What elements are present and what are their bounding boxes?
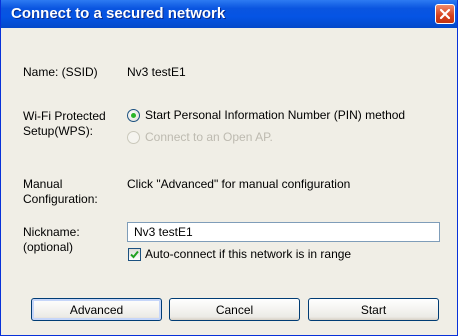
window-title: Connect to a secured network [11, 5, 226, 22]
name-value: Nv3 testE1 [127, 65, 186, 79]
name-label: Name: (SSID) [23, 65, 98, 79]
close-icon [439, 8, 451, 20]
nickname-label: Nickname: (optional) [23, 225, 80, 254]
radio-pin-method[interactable] [127, 109, 140, 122]
close-button[interactable] [435, 4, 455, 24]
advanced-button[interactable]: Advanced [31, 298, 162, 321]
manual-config-label: Manual Configuration: [23, 177, 98, 206]
start-button[interactable]: Start [308, 298, 439, 321]
autoconnect-checkbox[interactable] [128, 248, 141, 261]
checkmark-icon [130, 250, 139, 259]
radio-pin-label: Start Personal Information Number (PIN) … [145, 108, 406, 122]
cancel-button[interactable]: Cancel [169, 298, 300, 321]
title-bar[interactable]: Connect to a secured network [1, 0, 457, 28]
radio-selected-dot [131, 113, 136, 118]
radio-open-ap [127, 131, 140, 144]
connect-dialog: Connect to a secured network Name: (SSID… [0, 0, 458, 336]
autoconnect-label: Auto-connect if this network is in range [145, 247, 352, 261]
manual-config-text: Click "Advanced" for manual configuratio… [127, 177, 351, 191]
radio-open-ap-label: Connect to an Open AP. [145, 130, 273, 144]
nickname-input[interactable] [127, 222, 440, 242]
wps-label: Wi-Fi Protected Setup(WPS): [23, 109, 106, 138]
